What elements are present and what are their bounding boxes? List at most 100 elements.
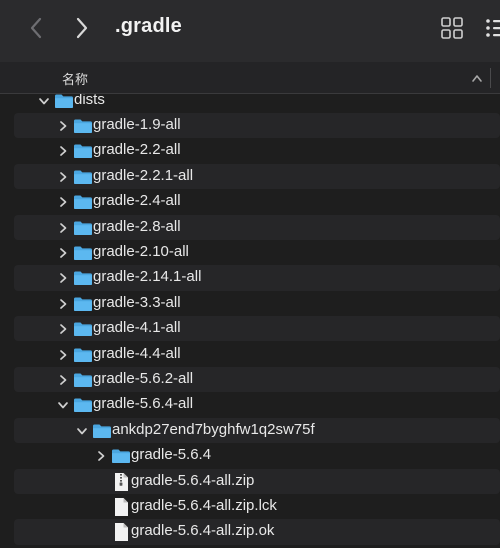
item-name: gradle-5.6.4-all.zip.ok xyxy=(131,522,275,540)
disclosure-toggle[interactable] xyxy=(57,196,69,208)
item-name: gradle-1.9-all xyxy=(93,115,181,133)
item-name: gradle-2.14.1-all xyxy=(93,268,202,286)
folder-icon-wrap xyxy=(73,296,93,312)
chevron-right-icon xyxy=(60,298,67,309)
list-item[interactable]: gradle-5.6.4-all.zip xyxy=(14,468,500,494)
disclosure-toggle[interactable] xyxy=(57,171,69,183)
item-name: gradle-2.4-all xyxy=(93,192,181,210)
file-list: dists gradle-1.9-all gradle-2.2-all gradle-… xyxy=(0,94,500,548)
item-name: gradle-2.8-all xyxy=(93,217,181,235)
sort-direction-button[interactable] xyxy=(470,71,484,83)
chevron-right-icon xyxy=(60,248,67,258)
zip-file-icon xyxy=(115,472,128,491)
list-item[interactable]: gradle-5.6.4-all.zip.ok xyxy=(14,519,500,545)
disclosure-toggle[interactable] xyxy=(57,374,69,386)
list-item[interactable]: dists xyxy=(14,94,500,113)
disclosure-toggle[interactable] xyxy=(57,120,69,132)
chevron-right-icon xyxy=(60,375,67,385)
folder-icon-wrap xyxy=(92,423,112,439)
disclosure-toggle[interactable] xyxy=(57,399,69,411)
list-view-button[interactable] xyxy=(484,16,500,40)
list-item[interactable]: gradle-5.6.2-all xyxy=(14,366,500,393)
list-item[interactable]: gradle-2.8-all xyxy=(14,214,500,240)
list-item[interactable]: gradle-5.6.4-all.zip.lck xyxy=(14,494,500,519)
item-name: gradle-4.4-all xyxy=(93,344,181,362)
folder-icon xyxy=(74,398,92,413)
folder-icon-wrap xyxy=(73,194,93,210)
list-view-icon xyxy=(486,19,500,37)
item-name: gradle-5.6.4-all.zip.lck xyxy=(131,496,277,514)
list-item[interactable]: gradle-2.14.1-all xyxy=(14,265,500,291)
folder-icon xyxy=(74,195,92,210)
disclosure-toggle[interactable] xyxy=(57,272,69,284)
chevron-down-icon xyxy=(39,97,49,104)
column-header: 名称 xyxy=(0,62,500,94)
chevron-right-icon xyxy=(76,17,88,39)
disclosure-toggle[interactable] xyxy=(57,323,69,335)
item-name: gradle-5.6.4-all.zip xyxy=(131,471,255,489)
list-item[interactable]: gradle-4.1-all xyxy=(14,316,500,342)
folder-icon-wrap xyxy=(73,321,93,337)
folder-icon-wrap xyxy=(73,397,93,413)
folder-icon-wrap xyxy=(73,169,93,185)
file-icon-wrap xyxy=(113,472,129,492)
chevron-right-icon xyxy=(60,121,67,131)
disclosure-toggle[interactable] xyxy=(38,95,50,107)
chevron-right-icon xyxy=(98,451,105,461)
folder-icon xyxy=(74,297,92,311)
item-name: gradle-3.3-all xyxy=(93,293,181,311)
folder-icon-wrap xyxy=(54,94,74,109)
folder-icon xyxy=(74,170,92,184)
disclosure-toggle[interactable] xyxy=(57,145,69,157)
chevron-right-icon xyxy=(60,324,67,334)
grid-view-button[interactable] xyxy=(440,16,464,40)
folder-icon-wrap xyxy=(73,372,93,388)
chevron-right-icon xyxy=(60,197,67,207)
folder-icon-wrap xyxy=(73,220,93,236)
name-column-header[interactable]: 名称 xyxy=(62,69,88,88)
file-icon-wrap xyxy=(113,522,129,542)
column-divider xyxy=(490,68,491,88)
folder-icon-wrap xyxy=(73,347,93,363)
folder-icon xyxy=(74,119,92,133)
window-toolbar: .gradle xyxy=(0,0,500,62)
folder-icon-wrap xyxy=(73,270,93,286)
item-name: ankdp27end7byghfw1q2sw75f xyxy=(112,420,315,438)
list-item[interactable]: gradle-5.6.4 xyxy=(14,443,500,468)
list-item[interactable]: gradle-5.6.4-all xyxy=(14,392,500,417)
list-item[interactable]: ankdp27end7byghfw1q2sw75f xyxy=(14,417,500,444)
list-item[interactable]: gradle-2.2-all xyxy=(14,138,500,163)
chevron-left-icon xyxy=(30,17,42,39)
list-item[interactable]: gradle-2.4-all xyxy=(14,189,500,214)
disclosure-toggle[interactable] xyxy=(57,298,69,310)
document-icon xyxy=(115,523,128,542)
folder-icon xyxy=(93,424,111,438)
disclosure-toggle[interactable] xyxy=(57,222,69,234)
file-icon-wrap xyxy=(113,497,129,517)
back-button[interactable] xyxy=(22,14,50,42)
list-item[interactable]: gradle-2.2.1-all xyxy=(14,163,500,190)
disclosure-toggle[interactable] xyxy=(57,247,69,259)
folder-icon xyxy=(74,348,92,362)
folder-icon xyxy=(74,144,92,159)
folder-icon-wrap xyxy=(73,118,93,134)
list-item[interactable]: gradle-3.3-all xyxy=(14,291,500,316)
chevron-up-icon xyxy=(472,75,482,82)
list-item[interactable]: gradle-2.10-all xyxy=(14,240,500,265)
chevron-down-icon xyxy=(77,427,87,435)
disclosure-toggle[interactable] xyxy=(76,425,88,437)
folder-icon xyxy=(74,221,92,235)
disclosure-toggle[interactable] xyxy=(57,349,69,361)
folder-icon-wrap xyxy=(73,245,93,261)
chevron-right-icon xyxy=(60,273,67,284)
disclosure-toggle[interactable] xyxy=(95,450,107,462)
chevron-right-icon xyxy=(60,146,67,157)
chevron-down-icon xyxy=(58,402,68,409)
item-name: gradle-5.6.4-all xyxy=(93,395,194,413)
forward-button[interactable] xyxy=(68,14,96,42)
list-item[interactable]: gradle-1.9-all xyxy=(14,112,500,139)
folder-icon xyxy=(55,94,73,108)
document-icon xyxy=(115,497,128,516)
list-item[interactable]: gradle-4.4-all xyxy=(14,342,500,367)
folder-icon xyxy=(74,322,92,337)
